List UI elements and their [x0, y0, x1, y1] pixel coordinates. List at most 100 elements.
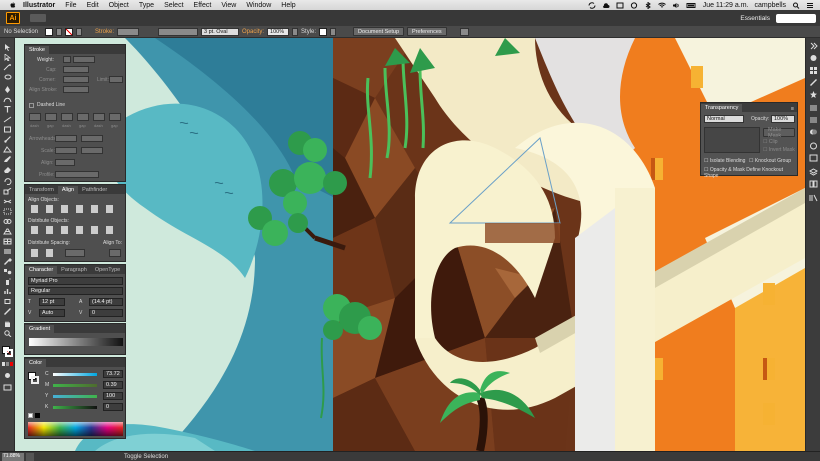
- app-menu[interactable]: Illustrator: [23, 2, 55, 9]
- stroke-panel-tab[interactable]: Stroke: [25, 46, 49, 54]
- panel-menu-icon[interactable]: ≡: [791, 106, 797, 112]
- eraser-tool-icon[interactable]: [3, 166, 12, 173]
- transparency-opacity-field[interactable]: 100%: [771, 115, 795, 123]
- black-slider[interactable]: [53, 406, 97, 409]
- artboard-canvas[interactable]: [15, 38, 805, 451]
- tab-transform[interactable]: Transform: [25, 186, 58, 194]
- align-to-dropdown[interactable]: [109, 249, 121, 257]
- direct-selection-tool-icon[interactable]: [3, 54, 12, 61]
- perspective-grid-tool-icon[interactable]: [3, 228, 12, 235]
- font-size-field[interactable]: 12 pt: [39, 298, 65, 306]
- magenta-slider[interactable]: [53, 384, 97, 387]
- stroke-dropdown[interactable]: [76, 27, 82, 36]
- menu-window[interactable]: Window: [246, 2, 271, 9]
- symbol-sprayer-tool-icon[interactable]: [3, 278, 12, 285]
- align-stroke-buttons[interactable]: [63, 86, 89, 93]
- zoom-tool-icon[interactable]: [3, 330, 12, 337]
- profile-dropdown[interactable]: [55, 171, 99, 178]
- mask-thumbnail[interactable]: [704, 127, 760, 153]
- dash-field-1[interactable]: [29, 113, 41, 121]
- blend-mode-dropdown[interactable]: Normal: [704, 115, 744, 123]
- arrow-scale-end[interactable]: [81, 147, 103, 154]
- limit-field[interactable]: [109, 76, 123, 83]
- paintbrush-tool-icon[interactable]: [3, 136, 12, 143]
- status-tool-text[interactable]: Toggle Selection: [124, 454, 168, 460]
- fill-dropdown[interactable]: [56, 27, 62, 36]
- rotate-tool-icon[interactable]: [3, 178, 12, 185]
- curvature-tool-icon[interactable]: [3, 96, 12, 103]
- corner-buttons[interactable]: [63, 76, 89, 83]
- symbols-panel-icon[interactable]: [809, 90, 818, 98]
- notification-center-icon[interactable]: [806, 2, 814, 9]
- appearance-panel-icon[interactable]: [809, 142, 818, 150]
- dash-field-2[interactable]: [61, 113, 73, 121]
- illustration-artwork[interactable]: [15, 38, 805, 451]
- layers-panel-icon[interactable]: [809, 168, 818, 176]
- spacing-field[interactable]: [65, 249, 85, 257]
- opacity-dropdown[interactable]: [292, 27, 299, 36]
- blend-tool-icon[interactable]: [3, 268, 12, 275]
- user-name[interactable]: campbells: [754, 2, 786, 9]
- rectangle-tool-icon[interactable]: [3, 126, 12, 133]
- fill-stroke-widget[interactable]: [2, 346, 13, 357]
- opacity-field[interactable]: 100%: [267, 27, 290, 36]
- brush-definition[interactable]: 3 pt. Oval: [201, 27, 240, 36]
- free-transform-tool-icon[interactable]: [3, 208, 12, 215]
- tab-opentype[interactable]: OpenType: [90, 266, 125, 274]
- cap-buttons[interactable]: [63, 66, 89, 73]
- volume-icon[interactable]: [672, 2, 680, 9]
- gradient-tool-icon[interactable]: [3, 248, 12, 255]
- stroke-weight-field[interactable]: [117, 27, 140, 36]
- magenta-field[interactable]: 0.39: [103, 381, 123, 389]
- graphic-styles-panel-icon[interactable]: [809, 154, 818, 162]
- arrowhead-start-dropdown[interactable]: [55, 135, 77, 142]
- cloud-icon[interactable]: [602, 2, 610, 9]
- font-style-dropdown[interactable]: Regular: [28, 287, 123, 295]
- column-graph-tool-icon[interactable]: [3, 288, 12, 295]
- eyedropper-tool-icon[interactable]: [3, 258, 12, 265]
- leading-field[interactable]: (14.4 pt): [89, 298, 123, 306]
- arrow-scale-start[interactable]: [55, 147, 77, 154]
- tracking-field[interactable]: 0: [89, 309, 123, 317]
- shape-builder-tool-icon[interactable]: [3, 218, 12, 225]
- yellow-field[interactable]: 100: [103, 392, 123, 400]
- transparency-panel-tab[interactable]: Transparency: [701, 104, 743, 112]
- gap-field-2[interactable]: [77, 113, 89, 121]
- arrowhead-end-dropdown[interactable]: [81, 135, 103, 142]
- draw-normal-icon[interactable]: [3, 372, 12, 379]
- wifi-icon[interactable]: [657, 2, 666, 9]
- arrange-options-button[interactable]: [459, 27, 469, 36]
- opacity-mask-knockout-checkbox[interactable]: ☐ Opacity & Mask Define Knockout Shape: [704, 167, 797, 179]
- zoom-dropdown[interactable]: [26, 452, 34, 461]
- menu-view[interactable]: View: [221, 2, 236, 9]
- timer-icon[interactable]: [630, 1, 638, 9]
- gap-field-3[interactable]: [109, 113, 121, 121]
- sync-icon[interactable]: [588, 1, 596, 9]
- document-setup-button[interactable]: Document Setup: [353, 27, 405, 36]
- selection-tool-icon[interactable]: [3, 44, 12, 51]
- menu-file[interactable]: File: [65, 2, 76, 9]
- zoom-level-field[interactable]: 71.88%: [2, 452, 24, 461]
- magic-wand-tool-icon[interactable]: [3, 64, 12, 71]
- black-field[interactable]: 0: [103, 403, 123, 411]
- yellow-slider[interactable]: [53, 395, 97, 398]
- slice-tool-icon[interactable]: [3, 308, 12, 315]
- graphic-style-swatch[interactable]: [319, 27, 328, 36]
- cyan-field[interactable]: 73.72: [103, 370, 123, 378]
- artboards-panel-icon[interactable]: [809, 180, 818, 188]
- menu-edit[interactable]: Edit: [87, 2, 99, 9]
- tab-character[interactable]: Character: [25, 266, 58, 274]
- pen-tool-icon[interactable]: [3, 86, 12, 93]
- weight-stepper[interactable]: [63, 56, 71, 63]
- hand-tool-icon[interactable]: [3, 320, 12, 327]
- libraries-panel-icon[interactable]: [809, 194, 818, 202]
- none-swatch[interactable]: [28, 413, 33, 418]
- spotlight-icon[interactable]: [792, 2, 800, 9]
- type-tool-icon[interactable]: [3, 106, 12, 113]
- screen-mode-icon[interactable]: [3, 384, 12, 391]
- style-dropdown[interactable]: [330, 27, 337, 36]
- menu-effect[interactable]: Effect: [194, 2, 212, 9]
- weight-field[interactable]: [73, 56, 95, 63]
- font-family-dropdown[interactable]: Myriad Pro: [28, 277, 123, 285]
- invert-mask-checkbox[interactable]: ☐ Invert Mask: [763, 147, 795, 153]
